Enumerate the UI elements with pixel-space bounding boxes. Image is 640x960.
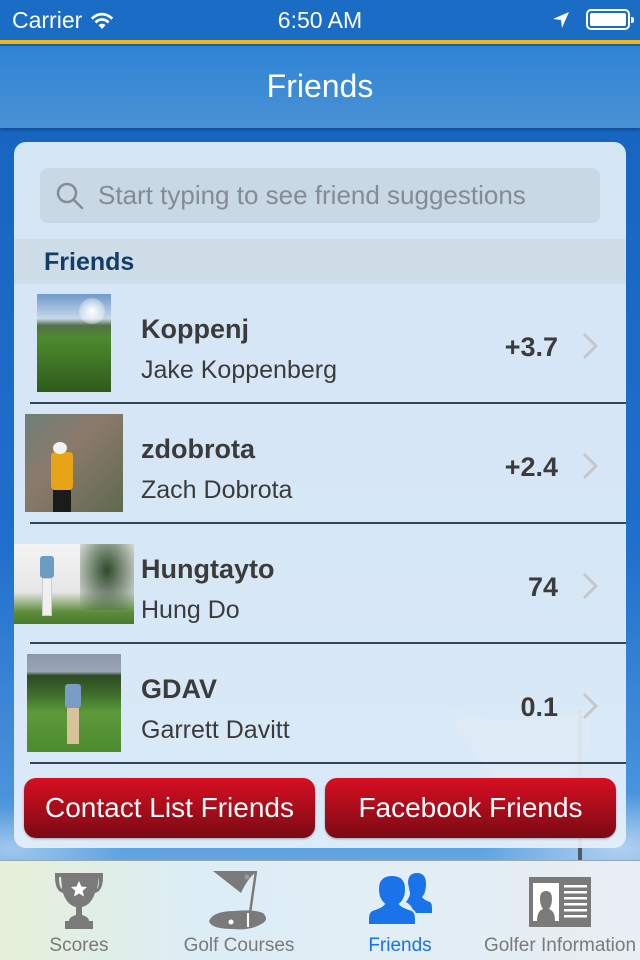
friend-row[interactable]: GDAV Garrett Davitt 0.1 (14, 644, 626, 764)
friend-row[interactable]: Koppenj Jake Koppenberg +3.7 (14, 284, 626, 404)
page-title: Friends (266, 68, 374, 104)
status-bar: Carrier 6:50 AM (0, 0, 640, 40)
chevron-right-icon (582, 332, 598, 360)
tab-label: Friends (368, 935, 432, 956)
avatar (25, 414, 123, 512)
chevron-right-icon (582, 452, 598, 480)
friend-handicap: 74 (527, 572, 558, 602)
row-divider (30, 762, 626, 764)
facebook-friends-button[interactable]: Facebook Friends (325, 778, 616, 838)
golf-flag-icon (209, 870, 266, 930)
tab-golf-courses[interactable]: Golf Courses (158, 861, 320, 960)
tab-scores[interactable]: Scores (0, 861, 158, 960)
search-icon (56, 182, 84, 209)
tab-bar: Scores Golf Courses Friends Golfer Infor… (0, 860, 640, 960)
section-title: Friends (44, 248, 135, 276)
chevron-right-icon (582, 692, 598, 720)
friend-username: Koppenj (141, 314, 249, 344)
friend-full-name: Garrett Davitt (141, 716, 290, 744)
friends-card: Friends Koppenj Jake Koppenberg +3.7 zdo… (14, 142, 626, 848)
avatar (27, 654, 121, 752)
friend-username: zdobrota (141, 434, 255, 464)
status-time: 6:50 AM (277, 7, 363, 33)
avatar (14, 544, 134, 624)
friend-row[interactable]: zdobrota Zach Dobrota +2.4 (14, 404, 626, 524)
friend-handicap: +2.4 (504, 452, 558, 482)
friends-icon (368, 873, 432, 926)
friend-username: GDAV (141, 674, 218, 704)
section-header: Friends (14, 239, 626, 284)
id-card-icon (529, 877, 591, 927)
friend-full-name: Zach Dobrota (141, 476, 293, 504)
friend-handicap: +3.7 (504, 332, 558, 362)
avatar (37, 294, 111, 392)
friend-handicap: 0.1 (520, 692, 558, 722)
friend-username: Hungtayto (141, 554, 275, 584)
navigation-bar: Friends (0, 44, 640, 128)
tab-label: Scores (49, 935, 109, 956)
tab-label: Golfer Information (483, 935, 637, 956)
tab-friends[interactable]: Friends (320, 861, 480, 960)
friend-search-input[interactable] (98, 180, 578, 211)
contact-list-friends-button[interactable]: Contact List Friends (24, 778, 315, 838)
battery-icon (586, 9, 634, 30)
friend-full-name: Jake Koppenberg (141, 356, 337, 384)
tab-label: Golf Courses (183, 935, 295, 956)
search-bar[interactable] (40, 168, 600, 223)
friend-row[interactable]: Hungtayto Hung Do 74 (14, 524, 626, 644)
trophy-icon (55, 873, 103, 929)
friend-full-name: Hung Do (141, 596, 240, 624)
tab-golfer-information[interactable]: Golfer Information (480, 861, 640, 960)
location-arrow-icon (553, 11, 569, 28)
chevron-right-icon (582, 572, 598, 600)
